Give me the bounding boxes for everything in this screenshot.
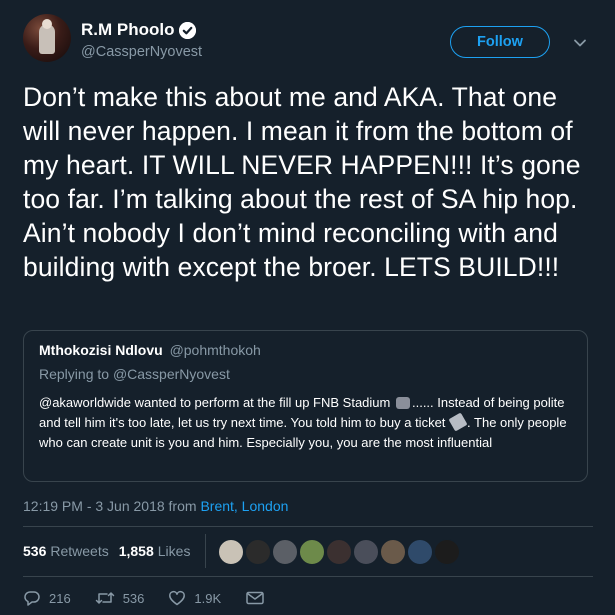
liker-avatar[interactable] xyxy=(434,539,460,565)
tweet-timestamp[interactable]: 12:19 PM - 3 Jun 2018 from xyxy=(23,498,197,514)
reply-icon xyxy=(24,591,40,606)
quoted-text-part1: @akaworldwide wanted to perform at the f… xyxy=(39,395,391,410)
reply-count: 216 xyxy=(49,590,71,606)
retweet-icon xyxy=(95,592,114,604)
replying-to: Replying to @CassperNyovest xyxy=(39,366,230,382)
replying-prefix: Replying to xyxy=(39,366,110,382)
tweet-actions: 216 536 1.9K xyxy=(23,589,297,607)
liker-avatar[interactable] xyxy=(380,539,406,565)
stats-separator xyxy=(205,534,206,568)
reply-button[interactable]: 216 xyxy=(23,589,71,607)
divider-bottom xyxy=(23,576,593,577)
chevron-down-icon[interactable] xyxy=(571,34,589,52)
avatar-head xyxy=(42,19,52,29)
quoted-tweet[interactable]: Mthokozisi Ndlovu @pohmthokoh Replying t… xyxy=(23,330,588,482)
tweet-header: R.M Phoolo @CassperNyovest Follow xyxy=(23,14,593,70)
heart-icon xyxy=(169,590,186,606)
retweet-button[interactable]: 536 xyxy=(95,589,145,607)
liker-avatar[interactable] xyxy=(407,539,433,565)
retweets-count: 536 xyxy=(23,543,47,559)
stadium-emoji-icon xyxy=(395,397,410,409)
ticket-emoji-icon xyxy=(448,412,468,432)
liker-avatars xyxy=(218,539,461,565)
like-button[interactable]: 1.9K xyxy=(168,589,221,607)
retweet-action-count: 536 xyxy=(122,590,145,606)
quoted-tweet-text: @akaworldwide wanted to perform at the f… xyxy=(39,393,574,453)
author-handle[interactable]: @CassperNyovest xyxy=(81,44,202,60)
likes-count: 1,858 xyxy=(118,543,154,559)
tweet-text: Don’t make this about me and AKA. That o… xyxy=(23,82,581,282)
author-name-row[interactable]: R.M Phoolo xyxy=(81,20,197,40)
verified-badge-icon xyxy=(179,21,197,39)
liker-avatar[interactable] xyxy=(326,539,352,565)
liker-avatar[interactable] xyxy=(272,539,298,565)
display-name[interactable]: R.M Phoolo xyxy=(81,20,174,40)
quoted-author-handle: @pohmthokoh xyxy=(169,342,261,358)
like-action-count: 1.9K xyxy=(194,590,222,606)
liker-avatar[interactable] xyxy=(353,539,379,565)
quoted-author-name: Mthokozisi Ndlovu xyxy=(39,342,163,358)
replying-to-handle[interactable]: @CassperNyovest xyxy=(113,366,230,382)
liker-avatar[interactable] xyxy=(245,539,271,565)
engagement-stats: 536 Retweets 1,858 Likes xyxy=(23,543,190,559)
retweets-stat[interactable]: 536 Retweets xyxy=(23,543,109,559)
follow-button[interactable]: Follow xyxy=(450,26,550,58)
tweet-location[interactable]: Brent, London xyxy=(200,498,288,514)
quoted-author-row: Mthokozisi Ndlovu @pohmthokoh xyxy=(39,342,261,358)
direct-message-button[interactable] xyxy=(245,589,273,607)
likes-label: Likes xyxy=(157,543,191,559)
liker-avatar[interactable] xyxy=(299,539,325,565)
divider-top xyxy=(23,526,593,527)
tweet-meta: 12:19 PM - 3 Jun 2018 from Brent, London xyxy=(23,498,288,514)
likes-stat[interactable]: 1,858 Likes xyxy=(119,543,191,559)
liker-avatar[interactable] xyxy=(218,539,244,565)
avatar[interactable] xyxy=(23,14,71,62)
retweets-label: Retweets xyxy=(50,543,109,559)
envelope-icon xyxy=(246,591,264,605)
